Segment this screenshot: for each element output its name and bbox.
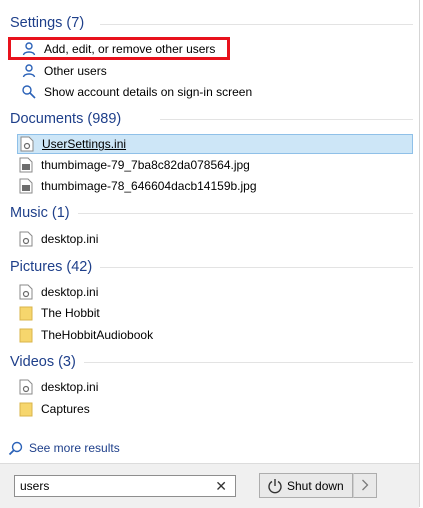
result-music-desktop-ini[interactable]: desktop.ini bbox=[17, 229, 98, 249]
settings-file-icon bbox=[17, 283, 35, 301]
result-label: desktop.ini bbox=[41, 232, 99, 246]
power-icon bbox=[267, 478, 283, 494]
user-icon bbox=[20, 62, 38, 80]
result-captures-folder[interactable]: Captures bbox=[17, 399, 90, 419]
see-more-label: See more results bbox=[29, 441, 120, 455]
close-icon[interactable]: ✕ bbox=[215, 478, 227, 494]
image-file-icon bbox=[17, 177, 35, 195]
result-show-account-details[interactable]: Show account details on sign-in screen bbox=[20, 82, 252, 102]
section-header-pictures[interactable]: Pictures (42) bbox=[10, 256, 92, 278]
section-divider bbox=[160, 119, 413, 120]
section-title-documents: Documents (989) bbox=[10, 111, 122, 127]
result-label: The Hobbit bbox=[41, 306, 100, 320]
result-label: TheHobbitAudiobook bbox=[41, 328, 154, 342]
result-other-users[interactable]: Other users bbox=[20, 61, 107, 81]
result-thumbimage-78[interactable]: thumbimage-78_646604dacb14159b.jpg bbox=[17, 176, 257, 196]
settings-file-icon bbox=[17, 230, 35, 248]
result-label: thumbimage-78_646604dacb14159b.jpg bbox=[41, 179, 257, 193]
shut-down-button[interactable]: Shut down bbox=[259, 473, 353, 498]
settings-file-icon bbox=[17, 378, 35, 396]
result-thumbimage-79[interactable]: thumbimage-79_7ba8c82da078564.jpg bbox=[17, 155, 250, 175]
result-label: UserSettings.ini bbox=[42, 137, 127, 151]
result-label: Show account details on sign-in screen bbox=[44, 85, 253, 99]
section-divider bbox=[100, 24, 413, 25]
section-header-videos[interactable]: Videos (3) bbox=[10, 351, 76, 373]
image-file-icon bbox=[17, 156, 35, 174]
section-divider bbox=[100, 267, 413, 268]
section-header-documents[interactable]: Documents (989) bbox=[10, 108, 121, 130]
result-label: desktop.ini bbox=[41, 380, 99, 394]
search-input[interactable] bbox=[20, 479, 210, 493]
section-title-videos: Videos (3) bbox=[10, 354, 76, 370]
folder-icon bbox=[17, 326, 35, 344]
settings-file-icon bbox=[18, 135, 36, 153]
section-divider bbox=[84, 362, 413, 363]
result-videos-desktop-ini[interactable]: desktop.ini bbox=[17, 377, 98, 397]
result-the-hobbit-folder[interactable]: The Hobbit bbox=[17, 303, 100, 323]
search-results-panel: Settings (7) Add, edit, or remove other … bbox=[0, 0, 420, 507]
search-box[interactable]: ✕ bbox=[14, 475, 236, 497]
section-header-music[interactable]: Music (1) bbox=[10, 202, 70, 224]
chevron-right-icon bbox=[361, 478, 369, 494]
search-icon bbox=[8, 441, 23, 456]
result-label: thumbimage-79_7ba8c82da078564.jpg bbox=[41, 158, 250, 172]
annotation-highlight-box bbox=[8, 37, 230, 60]
shut-down-options-button[interactable] bbox=[353, 473, 377, 498]
section-title-pictures: Pictures (42) bbox=[10, 259, 93, 275]
user-search-icon bbox=[20, 83, 38, 101]
section-header-settings[interactable]: Settings (7) bbox=[10, 12, 84, 34]
shut-down-label: Shut down bbox=[287, 478, 344, 493]
result-thehobbitaudiobook-folder[interactable]: TheHobbitAudiobook bbox=[17, 325, 153, 345]
result-usersettings-ini[interactable]: UserSettings.ini bbox=[17, 134, 413, 154]
folder-icon bbox=[17, 304, 35, 322]
result-label: Captures bbox=[41, 402, 90, 416]
result-pictures-desktop-ini[interactable]: desktop.ini bbox=[17, 282, 98, 302]
section-title-music: Music (1) bbox=[10, 205, 70, 221]
folder-icon bbox=[17, 400, 35, 418]
see-more-results-link[interactable]: See more results bbox=[8, 438, 120, 458]
section-title-settings: Settings (7) bbox=[10, 15, 85, 31]
section-divider bbox=[78, 213, 413, 214]
result-label: Other users bbox=[44, 64, 107, 78]
result-label: desktop.ini bbox=[41, 285, 99, 299]
